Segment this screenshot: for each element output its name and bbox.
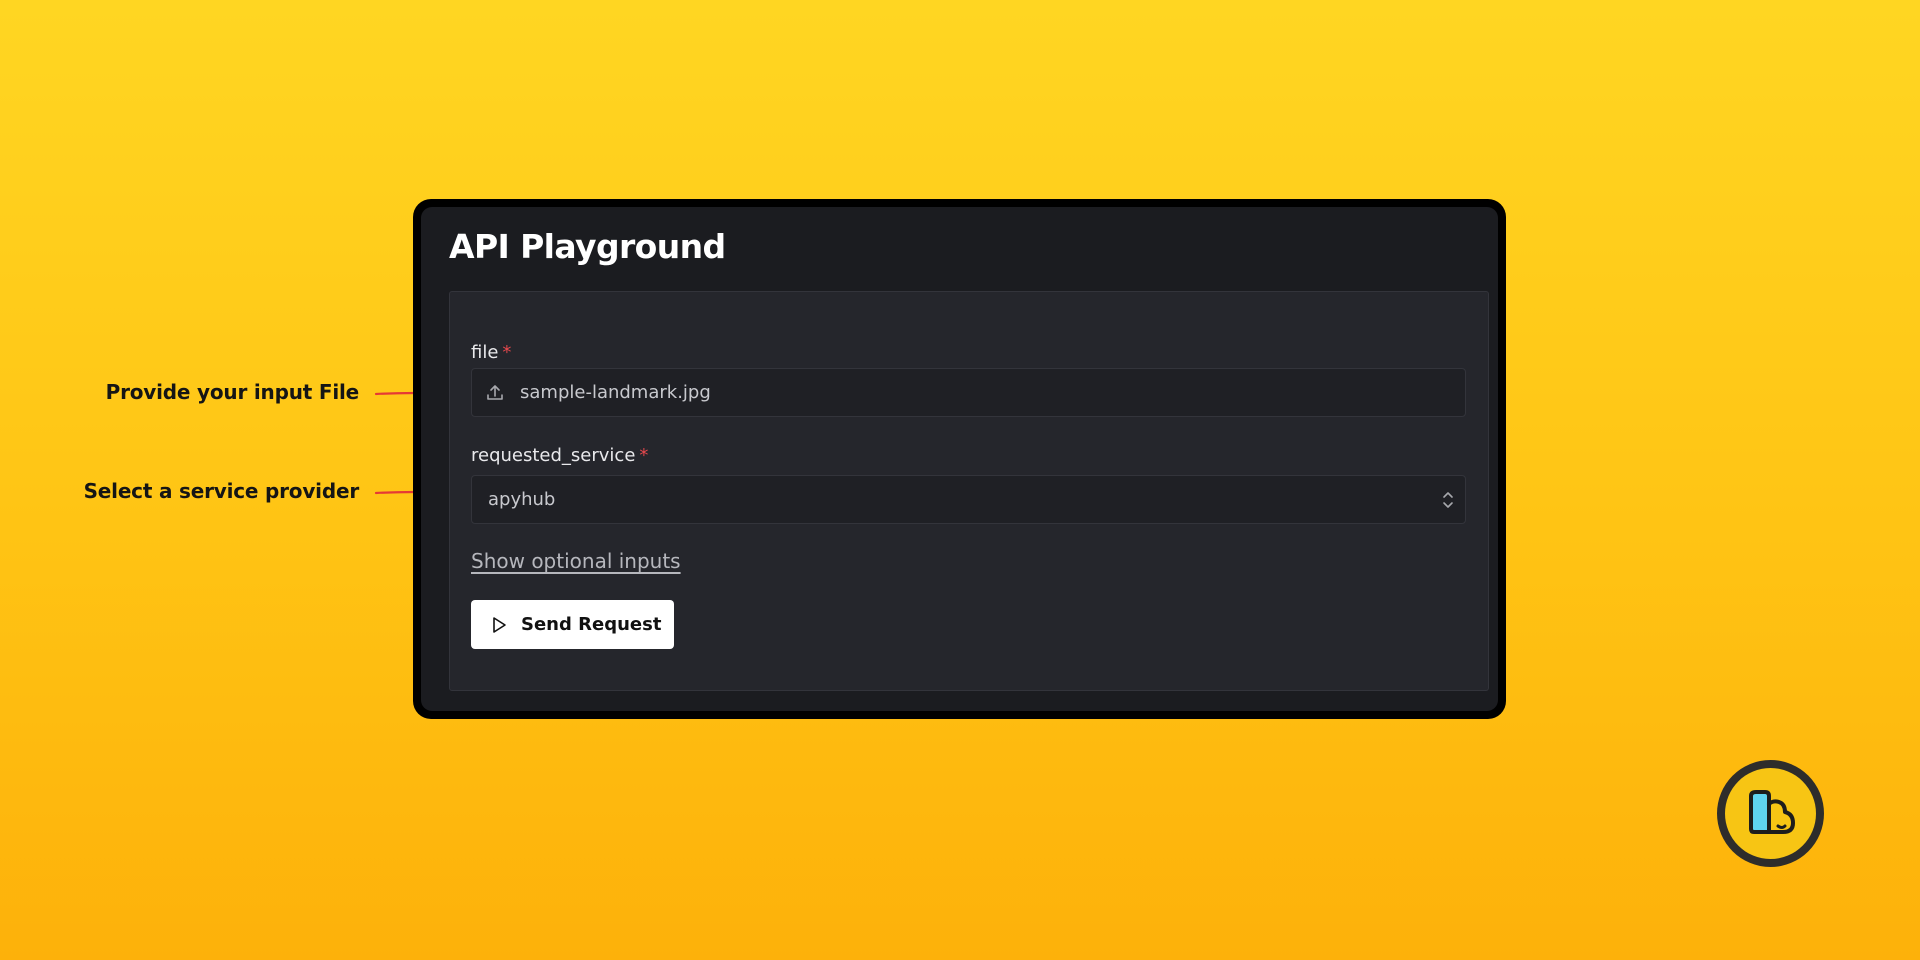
upload-icon[interactable] bbox=[486, 383, 506, 403]
file-label: file * bbox=[471, 342, 511, 363]
annotation-service-hint: Select a service provider bbox=[83, 479, 360, 503]
annotation-file-hint: Provide your input File bbox=[105, 380, 360, 404]
brand-logo-icon bbox=[1748, 789, 1795, 834]
file-input-value: sample-landmark.jpg bbox=[520, 382, 711, 403]
page-title: API Playground bbox=[449, 227, 726, 266]
chevron-up-down-icon[interactable] bbox=[1441, 490, 1455, 510]
required-marker: * bbox=[502, 342, 512, 363]
play-icon bbox=[493, 616, 506, 633]
service-select-value: apyhub bbox=[488, 489, 556, 510]
send-request-button[interactable]: Send Request bbox=[471, 600, 674, 649]
service-select[interactable]: apyhub bbox=[471, 475, 1466, 524]
show-optional-inputs-link[interactable]: Show optional inputs bbox=[471, 549, 681, 573]
playground-frame: API Playground file * sample-landmark.jpg… bbox=[413, 199, 1506, 719]
brand-logo-inner bbox=[1725, 768, 1816, 859]
brand-logo bbox=[1717, 760, 1824, 867]
playground-window: API Playground file * sample-landmark.jpg… bbox=[421, 207, 1498, 711]
required-marker: * bbox=[639, 445, 649, 466]
send-request-label: Send Request bbox=[521, 614, 662, 635]
file-input[interactable]: sample-landmark.jpg bbox=[471, 368, 1466, 417]
service-label: requested_service * bbox=[471, 445, 648, 466]
file-label-text: file bbox=[471, 342, 499, 363]
form-panel: file * sample-landmark.jpg requested_serv… bbox=[449, 291, 1489, 691]
service-label-text: requested_service bbox=[471, 445, 636, 466]
